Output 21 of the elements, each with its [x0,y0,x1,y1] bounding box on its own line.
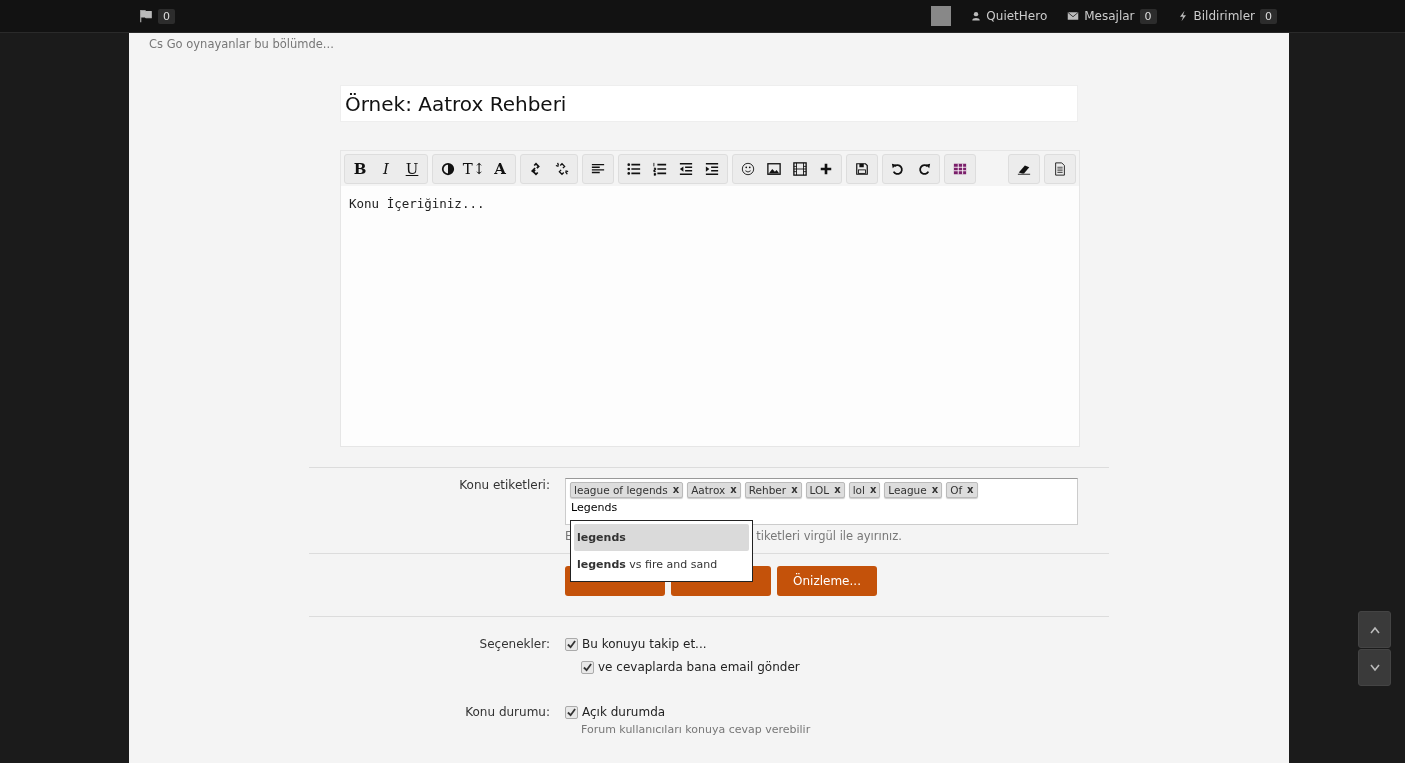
help-text: Forum kullanıcıları konuya cevap verebilir [581,723,811,736]
field-label: Konu durumu: [464,705,551,721]
link-label: Mesajlar [1084,9,1135,23]
tag-text: LOL [809,484,830,496]
tag-text: Of [950,484,963,496]
checkbox-label: Açık durumda [582,705,666,719]
link-label: Bildirimler [1193,9,1255,23]
count-badge: 0 [1139,8,1157,24]
tag-text: Rehber [748,484,787,496]
tag-text: Aatrox [691,484,726,496]
tag-text: League [888,484,927,496]
checkbox-label: ve cevaplarda bana email gönder [598,660,800,674]
count-badge: 0 [1260,8,1277,24]
field-label: Seçenekler: [478,637,551,653]
count-badge: 0 [158,8,175,24]
hint-text: tiketleri virgül ile ayırınız. [756,529,902,543]
tag-text: lol [852,484,865,496]
forum-description: Cs Go oynayanlar bu bölümde... [148,36,335,53]
tag-text: league of legends [574,484,668,496]
field-label: Konu etiketleri: [458,478,551,494]
checkbox-label: Bu konuyu takip et... [582,637,707,651]
